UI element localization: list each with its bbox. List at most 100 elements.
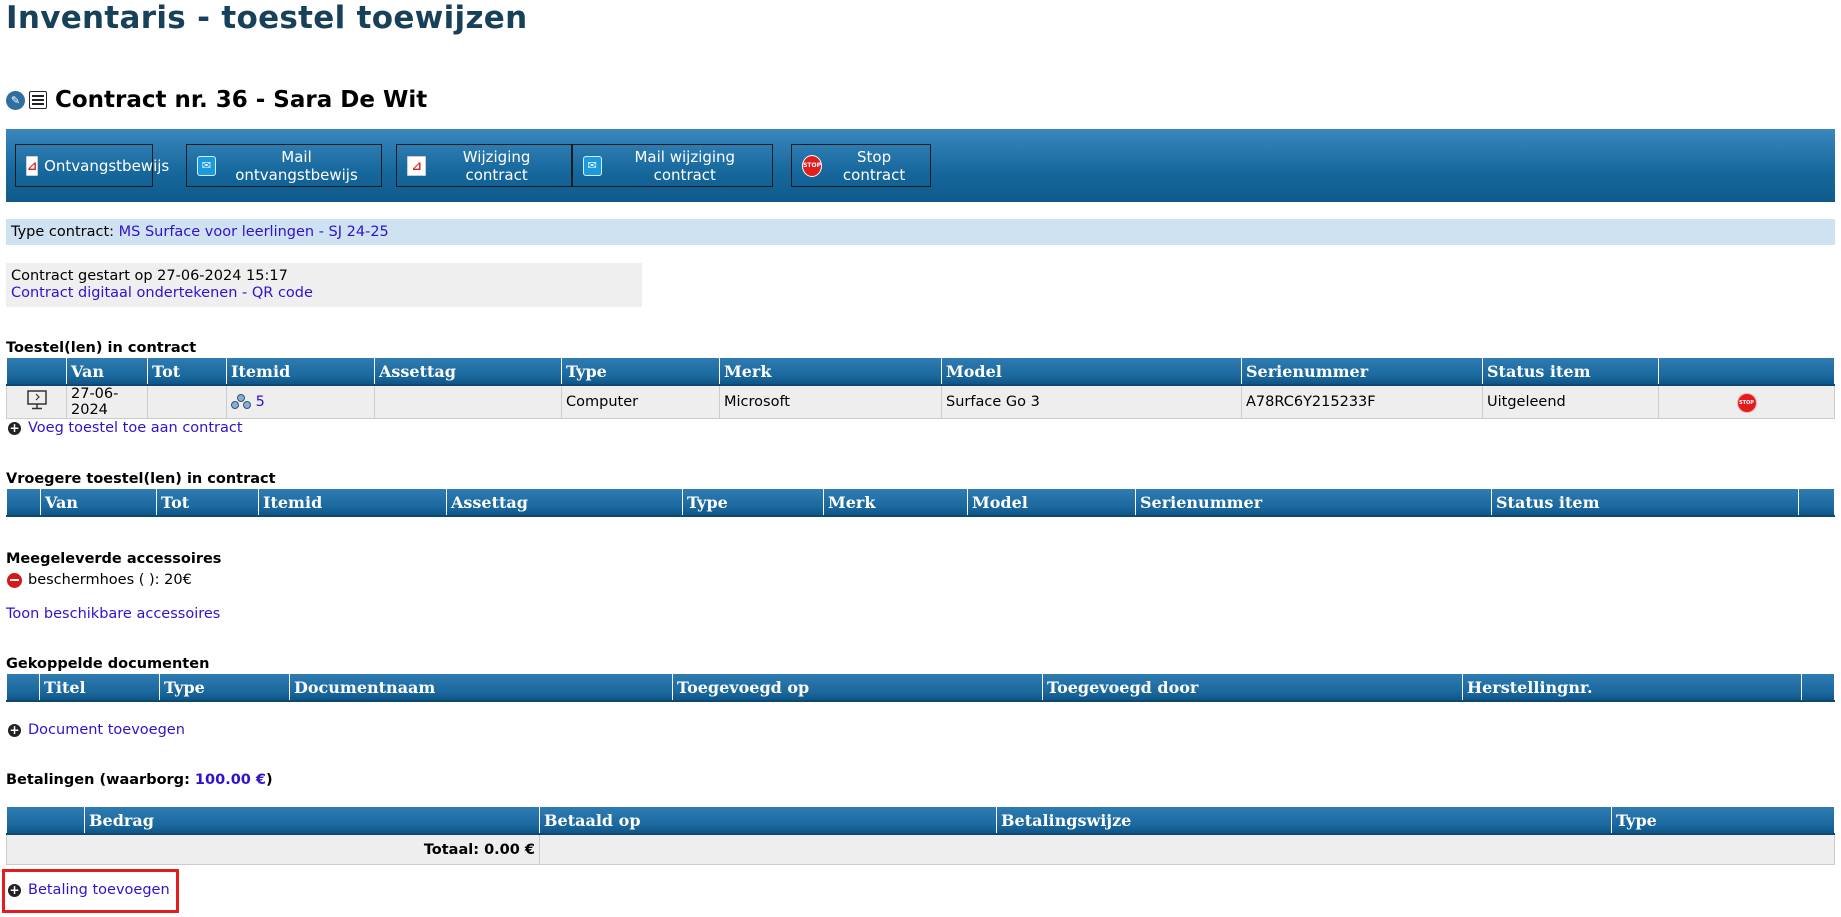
payments-title-prefix: Betalingen (waarborg: <box>6 772 195 788</box>
action-toolbar: ⊿ Ontvangstbewijs ✉ Mail ontvangstbewijs… <box>6 129 1835 202</box>
qr-code-link[interactable]: QR code <box>252 285 313 301</box>
add-document-link[interactable]: Document toevoegen <box>28 722 185 738</box>
contract-type-bar: Type contract: MS Surface voor leerlinge… <box>6 219 1835 245</box>
col-itemid[interactable]: Itemid <box>258 489 447 517</box>
network-icon <box>231 394 251 409</box>
remove-icon[interactable] <box>7 572 22 588</box>
col-merk[interactable]: Merk <box>719 358 942 386</box>
digital-sign-link[interactable]: Contract digitaal ondertekenen <box>11 285 237 301</box>
payments-total-filler <box>539 833 1835 865</box>
receipt-button[interactable]: ⊿ Ontvangstbewijs <box>15 144 169 187</box>
col-toegevoegd-door[interactable]: Toegevoegd door <box>1042 674 1463 702</box>
col-type[interactable]: Type <box>159 674 290 702</box>
col-betalingswijze[interactable]: Betalingswijze <box>996 807 1612 835</box>
devices-header-row: Van Tot Itemid Assettag Type Merk Model … <box>6 358 1835 386</box>
col-icon <box>6 358 67 386</box>
col-assettag[interactable]: Assettag <box>446 489 683 517</box>
contract-header: ✎ Contract nr. 36 - Sara De Wit <box>6 86 427 114</box>
previous-devices-header-row: Van Tot Itemid Assettag Type Merk Model … <box>6 489 1835 517</box>
device-cell <box>6 384 67 419</box>
deposit-amount: 100.00 € <box>194 772 267 788</box>
payments-table: Bedrag Betaald op Betalingswijze Type To… <box>6 807 1835 865</box>
contract-start-box: Contract gestart op 27-06-2024 15:17 Con… <box>6 263 642 307</box>
add-device-link[interactable]: Voeg toestel toe aan contract <box>28 420 243 436</box>
col-model[interactable]: Model <box>941 358 1242 386</box>
stop-icon[interactable]: STOP <box>1736 392 1757 413</box>
payments-title-suffix: ) <box>266 772 273 788</box>
col-action <box>1658 358 1835 386</box>
previous-devices-section-title: Vroegere toestel(len) in contract <box>6 471 276 487</box>
payments-header-row: Bedrag Betaald op Betalingswijze Type <box>6 807 1835 835</box>
add-device-line: + Voeg toestel toe aan contract <box>8 420 243 436</box>
col-type[interactable]: Type <box>1611 807 1835 835</box>
accessories-section-title: Meegeleverde accessoires <box>6 551 222 567</box>
add-document-line: + Document toevoegen <box>8 722 185 738</box>
col-assettag[interactable]: Assettag <box>374 358 562 386</box>
contract-change-button-label: Wijziging contract <box>462 147 531 184</box>
cell-status: Uitgeleend <box>1482 384 1659 419</box>
contract-change-button[interactable]: ⊿ Wijziging contract <box>396 144 572 187</box>
cell-type: Computer <box>561 384 720 419</box>
col-model[interactable]: Model <box>967 489 1136 517</box>
payments-section-title: Betalingen (waarborg: 100.00 €) <box>6 772 273 788</box>
cell-action: STOP <box>1658 384 1835 419</box>
col-merk[interactable]: Merk <box>823 489 968 517</box>
mail-receipt-button[interactable]: ✉ Mail ontvangstbewijs <box>186 144 382 187</box>
receipt-button-label: Ontvangstbewijs <box>44 156 170 175</box>
col-tot[interactable]: Tot <box>156 489 259 517</box>
previous-devices-table: Van Tot Itemid Assettag Type Merk Model … <box>6 489 1835 517</box>
plus-circle-icon[interactable]: + <box>8 883 21 897</box>
page-title: Inventaris - toestel toewijzen <box>6 0 528 36</box>
col-herstellingnr[interactable]: Herstellingnr. <box>1462 674 1802 702</box>
contract-title: Contract nr. 36 - Sara De Wit <box>55 87 428 113</box>
col-type[interactable]: Type <box>682 489 824 517</box>
contract-type-link[interactable]: MS Surface voor leerlingen - SJ 24-25 <box>119 224 389 240</box>
add-payment-link[interactable]: Betaling toevoegen <box>28 882 170 898</box>
col-serienummer[interactable]: Serienummer <box>1135 489 1492 517</box>
col-toegevoegd-op[interactable]: Toegevoegd op <box>672 674 1043 702</box>
col-action <box>1801 674 1835 702</box>
col-icon <box>6 807 85 835</box>
col-status[interactable]: Status item <box>1482 358 1659 386</box>
col-tot[interactable]: Tot <box>147 358 227 386</box>
pdf-icon: ⊿ <box>26 155 39 176</box>
add-payment-line: + Betaling toevoegen <box>8 882 170 898</box>
cell-itemid: 5 <box>226 384 375 419</box>
col-serienummer[interactable]: Serienummer <box>1241 358 1483 386</box>
documents-header-row: Titel Type Documentnaam Toegevoegd op To… <box>6 674 1835 702</box>
contract-type-label: Type contract: <box>11 224 115 240</box>
col-bedrag[interactable]: Bedrag <box>84 807 540 835</box>
stop-contract-button-label: Stop contract <box>842 147 906 184</box>
show-accessories-link[interactable]: Toon beschikbare accessoires <box>6 606 220 622</box>
col-icon <box>6 489 41 517</box>
mail-contract-change-button-label: Mail wijziging contract <box>634 147 736 184</box>
cell-merk: Microsoft <box>719 384 942 419</box>
itemid-link[interactable]: 5 <box>256 394 265 410</box>
documents-table: Titel Type Documentnaam Toegevoegd op To… <box>6 674 1835 702</box>
devices-section-title: Toestel(len) in contract <box>6 340 197 356</box>
contract-start-text: Contract gestart op 27-06-2024 15:17 <box>11 268 288 284</box>
cell-model: Surface Go 3 <box>941 384 1242 419</box>
accessory-text: beschermhoes ( ): 20€ <box>28 572 192 588</box>
edit-icon[interactable]: ✎ <box>6 90 25 110</box>
col-status[interactable]: Status item <box>1491 489 1799 517</box>
payments-total: Totaal: 0.00 € <box>6 833 540 865</box>
link-separator: - <box>242 285 248 301</box>
monitor-icon[interactable] <box>26 390 48 410</box>
col-betaald-op[interactable]: Betaald op <box>539 807 997 835</box>
list-icon[interactable] <box>29 91 47 109</box>
col-documentnaam[interactable]: Documentnaam <box>289 674 673 702</box>
documents-section-title: Gekoppelde documenten <box>6 656 210 672</box>
mail-contract-change-button[interactable]: ✉ Mail wijziging contract <box>572 144 773 187</box>
cell-van: 27-06-2024 <box>66 384 148 419</box>
col-van[interactable]: Van <box>66 358 148 386</box>
plus-circle-icon[interactable]: + <box>8 723 21 737</box>
stop-contract-button[interactable]: STOP Stop contract <box>791 144 931 187</box>
col-type[interactable]: Type <box>561 358 720 386</box>
col-itemid[interactable]: Itemid <box>226 358 375 386</box>
col-van[interactable]: Van <box>40 489 157 517</box>
plus-circle-icon[interactable]: + <box>8 421 21 435</box>
stop-icon: STOP <box>802 154 823 177</box>
cell-assettag <box>374 384 562 419</box>
col-titel[interactable]: Titel <box>39 674 160 702</box>
